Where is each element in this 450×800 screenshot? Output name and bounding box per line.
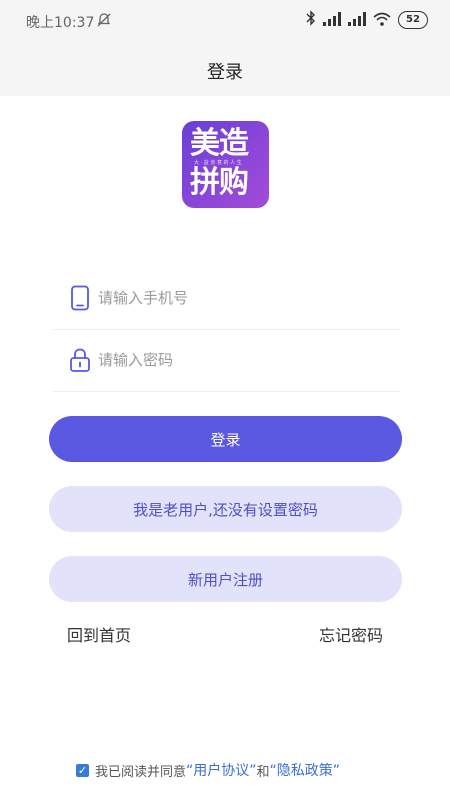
status-time: 晚上10:37	[26, 15, 95, 31]
login-button[interactable]: 登录	[49, 416, 402, 462]
logo-text-bottom: 拼购	[190, 165, 249, 200]
signal-icon	[323, 11, 341, 30]
app-logo: 美造 大 · 益 创 意 的 人 生 拼购	[182, 121, 269, 208]
status-icons: 52	[306, 10, 428, 30]
page-title: 登录	[207, 62, 243, 83]
lock-icon	[69, 347, 91, 373]
privacy-policy-link[interactable]: “隐私政策”	[270, 760, 341, 780]
wifi-icon	[373, 11, 391, 30]
title-bar: 登录	[0, 40, 450, 96]
old-user-button[interactable]: 我是老用户,还没有设置密码	[49, 486, 402, 532]
agreement-and: 和	[256, 764, 270, 780]
agreement-prefix: 我已阅读并同意	[95, 764, 187, 780]
battery-indicator: 52	[398, 11, 428, 29]
phone-field	[52, 267, 400, 330]
back-home-link[interactable]: 回到首页	[67, 622, 131, 646]
forgot-password-link[interactable]: 忘记密码	[319, 622, 383, 646]
bluetooth-icon	[306, 10, 316, 30]
agreement-row: ✓ 我已阅读并同意 “用户协议” 和 “隐私政策”	[76, 760, 340, 780]
user-agreement-link[interactable]: “用户协议”	[186, 760, 257, 780]
phone-icon	[69, 285, 91, 311]
status-bar: 晚上10:37 52	[0, 0, 450, 40]
password-input[interactable]	[98, 347, 388, 373]
logo-text-top: 美造	[190, 126, 249, 161]
phone-input[interactable]	[98, 285, 388, 311]
register-button[interactable]: 新用户注册	[49, 556, 402, 602]
mute-icon	[96, 12, 112, 32]
signal-hd-icon	[348, 11, 366, 30]
agreement-checkbox[interactable]: ✓	[76, 763, 89, 777]
password-field	[52, 329, 400, 392]
